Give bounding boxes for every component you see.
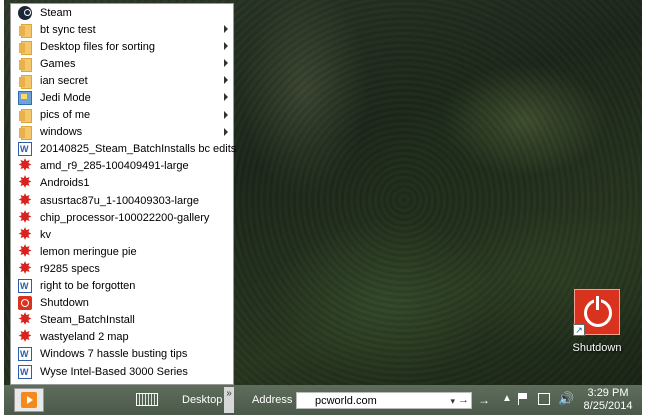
- image-icon: ✸: [18, 208, 32, 226]
- control-panel-icon: [18, 91, 32, 106]
- clock-date: 8/25/2014: [583, 400, 633, 412]
- touch-keyboard-icon[interactable]: [136, 393, 158, 406]
- folder-icon: [18, 108, 32, 124]
- menu-item-label: bt sync test: [40, 23, 96, 36]
- menu-item-label: Shutdown: [40, 297, 89, 310]
- menu-item-label: Desktop files for sorting: [40, 40, 155, 53]
- menu-item[interactable]: 20140825_Steam_BatchInstalls bc edits: [11, 141, 237, 158]
- menu-item[interactable]: ✸ kv: [11, 226, 233, 243]
- desktop-shortcut-shutdown[interactable]: ↗ Shutdown: [566, 289, 628, 354]
- desktop-toolbar-menu: Steam bt sync test Desktop files for sorti…: [10, 3, 237, 385]
- menu-item-label: right to be forgotten: [40, 280, 136, 293]
- folder-icon: [18, 57, 32, 72]
- menu-item[interactable]: right to be forgotten: [11, 278, 233, 295]
- menu-item[interactable]: ✸ chip_processor-100022200-gallery: [11, 209, 233, 226]
- submenu-arrow-icon: [224, 59, 228, 68]
- menu-item-label: wastyeland 2 map: [40, 331, 129, 344]
- menu-item-label: chip_processor-100022200-gallery: [40, 211, 210, 224]
- image-icon: ✸: [18, 191, 32, 209]
- folder-icon: [18, 125, 32, 141]
- menu-item[interactable]: windows: [11, 124, 233, 141]
- image-icon: ✸: [18, 242, 32, 260]
- address-toolbar-label: Address: [252, 394, 293, 406]
- system-clock[interactable]: 3:29 PM 8/25/2014: [582, 387, 634, 413]
- menu-item-label: Steam: [40, 6, 72, 19]
- menu-item-label: pics of me: [40, 109, 91, 122]
- volume-icon[interactable]: 🔊: [558, 391, 574, 407]
- shortcut-arrow-icon: ↗: [573, 324, 585, 336]
- menu-item-label: 20140825_Steam_BatchInstalls bc edits: [40, 143, 237, 156]
- submenu-arrow-icon: [224, 76, 228, 85]
- menu-item[interactable]: bt sync test: [11, 21, 233, 38]
- image-icon: ✸: [18, 259, 32, 277]
- clock-time: 3:29 PM: [587, 387, 629, 399]
- address-box: ▾ →: [296, 392, 472, 409]
- image-icon: ✸: [18, 174, 32, 192]
- menu-item-label: kv: [40, 228, 51, 241]
- menu-item[interactable]: ian secret: [11, 72, 233, 89]
- submenu-arrow-icon: [224, 110, 228, 119]
- menu-item-label: ian secret: [40, 74, 88, 87]
- menu-item[interactable]: ✸ asusrtac87u_1-100409303-large: [11, 192, 233, 209]
- menu-item-label: Games: [40, 57, 76, 70]
- menu-item-label: Androids1: [40, 177, 90, 190]
- document-icon: [18, 364, 32, 379]
- submenu-arrow-icon: [224, 127, 228, 136]
- menu-item[interactable]: ✸ r9285 specs: [11, 260, 233, 277]
- taskbar: Desktop » Address ▾ → → ▲ 🔊 3:29 PM 8/25…: [4, 385, 642, 415]
- menu-item[interactable]: ✸ amd_r9_285-100409491-large: [11, 158, 233, 175]
- address-go-icon[interactable]: →: [458, 394, 469, 406]
- network-icon[interactable]: [538, 393, 550, 405]
- submenu-arrow-icon: [224, 42, 228, 51]
- submenu-arrow-icon: [224, 93, 228, 102]
- show-hidden-icons-icon[interactable]: ▲: [502, 393, 512, 404]
- menu-item[interactable]: pics of me: [11, 107, 233, 124]
- menu-item[interactable]: Wyse Intel-Based 3000 Series: [11, 363, 233, 380]
- media-player-button[interactable]: [14, 388, 44, 412]
- go-arrow-icon[interactable]: →: [478, 393, 490, 407]
- menu-item-label: amd_r9_285-100409491-large: [40, 160, 189, 173]
- menu-item[interactable]: ✸ wastyeland 2 map: [11, 329, 233, 346]
- folder-icon: [18, 74, 32, 89]
- menu-item-label: lemon meringue pie: [40, 245, 137, 258]
- submenu-arrow-icon: [224, 25, 228, 34]
- image-icon: ✸: [18, 328, 32, 346]
- desktop-shortcut-label: Shutdown: [572, 342, 622, 354]
- menu-item[interactable]: Steam: [11, 4, 233, 21]
- menu-item[interactable]: Shutdown: [11, 295, 233, 312]
- folder-icon: [18, 40, 32, 55]
- image-icon: ✸: [18, 311, 32, 329]
- menu-item-label: Windows 7 hassle busting tips: [40, 348, 188, 361]
- action-center-flag-icon[interactable]: [518, 393, 528, 405]
- folder-icon: [18, 23, 32, 38]
- shutdown-icon: ↗: [573, 289, 620, 336]
- menu-item-label: r9285 specs: [40, 262, 100, 275]
- toolbar-expand-chevron[interactable]: »: [224, 387, 234, 413]
- address-dropdown-icon[interactable]: ▾: [450, 396, 455, 407]
- document-icon: [18, 142, 32, 157]
- menu-item-label: windows: [40, 126, 83, 139]
- menu-item-label: Wyse Intel-Based 3000 Series: [40, 365, 188, 378]
- menu-item[interactable]: ✸ Steam_BatchInstall: [11, 312, 233, 329]
- document-icon: [18, 347, 32, 362]
- image-icon: ✸: [18, 157, 32, 175]
- menu-item[interactable]: ✸ lemon meringue pie: [11, 243, 233, 260]
- shutdown-icon: [18, 296, 32, 311]
- address-input[interactable]: [297, 393, 455, 408]
- menu-item-label: Jedi Mode: [40, 92, 91, 105]
- steam-icon: [18, 5, 32, 20]
- menu-item-label: Steam_BatchInstall: [40, 314, 135, 327]
- image-icon: ✸: [18, 225, 32, 243]
- menu-item-label: asusrtac87u_1-100409303-large: [40, 194, 200, 207]
- document-icon: [18, 279, 32, 294]
- menu-item[interactable]: Games: [11, 55, 233, 72]
- desktop-toolbar-button[interactable]: Desktop: [182, 394, 222, 406]
- menu-item[interactable]: Windows 7 hassle busting tips: [11, 346, 233, 363]
- menu-item[interactable]: Desktop files for sorting: [11, 38, 233, 55]
- menu-item[interactable]: Jedi Mode: [11, 89, 233, 106]
- menu-item[interactable]: ✸ Androids1: [11, 175, 233, 192]
